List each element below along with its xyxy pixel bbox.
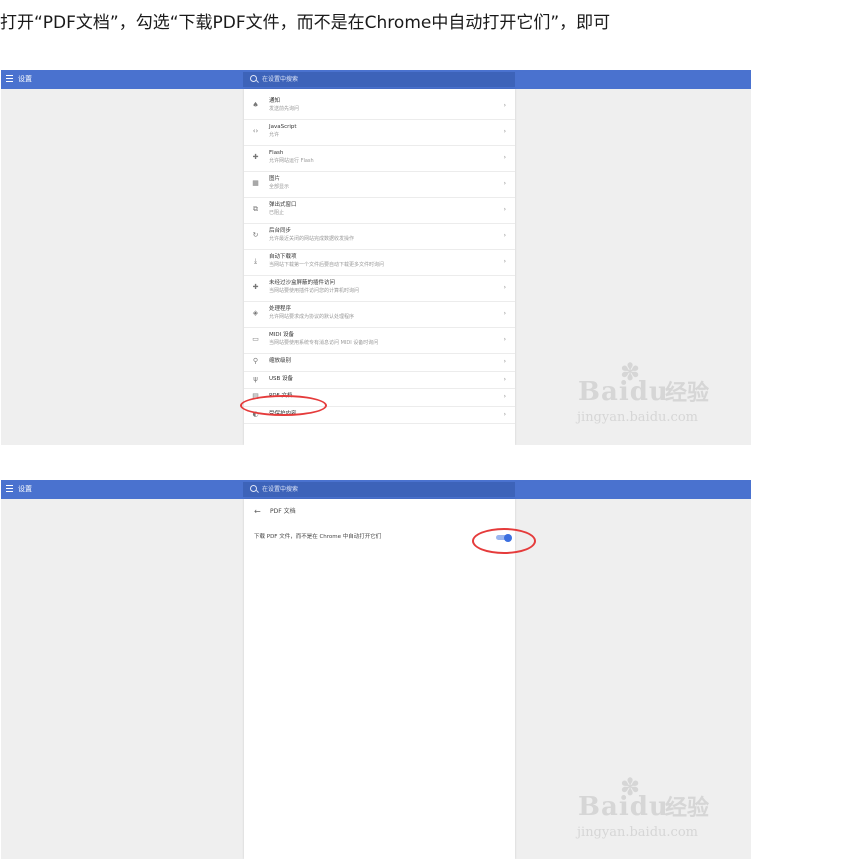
content-setting-subtitle: 允许网站要求成为协议的默认处理程序 [269,314,355,320]
image-icon: ▦ [252,179,259,187]
content-setting-subtitle: 允许 [269,132,280,138]
content-setting-row[interactable]: ◈ 处理程序允许网站要求成为协议的默认处理程序 › [244,301,515,328]
page-title: PDF 文档 [270,508,296,515]
chevron-right-icon: › [503,358,506,365]
toggle-highlight-circle [472,528,536,554]
watermark-brand: Baidu [578,792,669,822]
watermark-url: jingyan.baidu.com [577,825,698,840]
content-setting-title: 处理程序 [269,306,292,312]
menu-icon[interactable] [6,485,13,493]
watermark-product: 经验 [665,380,710,406]
search-input[interactable]: 在设置中搜索 [243,72,515,87]
search-icon [250,485,257,492]
chevron-right-icon: › [503,284,506,291]
content-setting-row[interactable]: ✚ Flash 允许网站运行 Flash › [244,145,515,172]
chevron-right-icon: › [503,310,506,317]
chevron-right-icon: › [503,206,506,213]
menu-icon[interactable] [6,75,13,83]
content-setting-title: 弹出式窗口 [269,202,297,208]
settings-title: 设置 [18,75,32,83]
puzzle-icon: ✚ [252,153,259,161]
search-placeholder: 在设置中搜索 [262,486,299,493]
chevron-right-icon: › [503,232,506,239]
content-setting-title: MIDI 设备 [269,332,294,338]
content-setting-title: JavaScript [269,124,297,130]
content-setting-row[interactable]: ✚ 未经过沙盒屏蔽的插件访问当网站要使用插件访问您的计算机时询问 › [244,275,515,302]
chevron-right-icon: › [503,154,506,161]
chevron-right-icon: › [503,410,506,418]
content-setting-row[interactable]: ⤓ 自动下载项当网站下载第一个文件后要自动下载更多文件时询问 › [244,249,515,276]
pdf-settings-panel: ← PDF 文档 下载 PDF 文件，而不是在 Chrome 中自动打开它们 [244,499,515,859]
chevron-right-icon: › [503,102,506,109]
content-setting-title: 自动下载项 [269,254,297,260]
content-setting-title: 缩放级别 [269,358,292,364]
content-setting-subtitle: 发送前先询问 [269,106,300,112]
content-setting-subtitle: 允许最近关闭的网站完成数据收发操作 [269,236,355,242]
content-setting-row[interactable]: ▭ MIDI 设备当网站要使用系统专有消息访问 MIDI 设备时询问 › [244,327,515,354]
chevron-right-icon: › [503,393,506,400]
content-setting-title: 后台同步 [269,228,292,234]
sync-icon: ↻ [252,231,259,239]
settings-screenshot-2: 设置 在设置中搜索 ← PDF 文档 下载 PDF 文件，而不是在 Chrome… [1,480,751,859]
popup-icon: ⧉ [253,205,258,213]
content-setting-subtitle: 允许网站运行 Flash [269,158,314,164]
handler-icon: ◈ [252,309,259,317]
content-settings-panel: ♠ 通知发送前先询问 › ‹› JavaScript 允许 › ✚ Flash 允许网站运行 Fl… [244,89,515,445]
top-bar: 设置 在设置中搜索 [1,480,751,499]
content-setting-subtitle: 当网站下载第一个文件后要自动下载更多文件时询问 [269,262,385,268]
search-input[interactable]: 在设置中搜索 [243,482,515,497]
content-setting-title: USB 设备 [269,375,294,382]
content-setting-subtitle: 已阻止 [269,210,285,216]
pdf-highlight-circle [240,395,327,416]
usb-icon: ψ [253,374,258,383]
download-pdf-label: 下载 PDF 文件，而不是在 Chrome 中自动打开它们 [254,534,382,540]
back-arrow-icon[interactable]: ← [254,507,261,516]
midi-icon: ▭ [252,335,259,343]
watermark-url: jingyan.baidu.com [577,410,698,425]
chevron-right-icon: › [503,336,506,343]
bell-icon: ♠ [252,101,259,109]
content-setting-title: 通知 [269,98,281,104]
content-setting-row[interactable]: ↻ 后台同步允许最近关闭的网站完成数据收发操作 › [244,223,515,250]
code-icon: ‹› [252,127,259,135]
content-setting-subtitle: 全部显示 [269,184,290,190]
search-icon [250,75,257,82]
chevron-right-icon: › [503,128,506,135]
watermark-brand: Baidu [578,377,669,407]
chevron-right-icon: › [503,375,506,383]
zoom-icon: ⚲ [252,357,259,365]
search-placeholder: 在设置中搜索 [262,76,299,83]
content-setting-row[interactable]: ‹› JavaScript 允许 › [244,119,515,146]
settings-screenshot-1: 设置 在设置中搜索 ♠ 通知发送前先询问 › ‹› JavaScript 允许 › ✚ Flas… [1,70,751,445]
instruction-text: 打开“PDF文档”，勾选“下载PDF文件，而不是在Chrome中自动打开它们”，… [0,13,611,33]
content-setting-row[interactable]: ▦ 图片全部显示 › [244,171,515,198]
plugin-icon: ✚ [252,283,259,291]
content-setting-title: 未经过沙盒屏蔽的插件访问 [269,280,336,286]
content-setting-row[interactable]: ⚲ 缩放级别 › [244,353,515,372]
chevron-right-icon: › [503,180,506,187]
chevron-right-icon: › [503,258,506,265]
content-setting-row[interactable]: ψ USB 设备 › [244,371,515,389]
content-setting-title: Flash [269,150,284,156]
download-icon: ⤓ [253,257,258,265]
watermark-product: 经验 [665,795,710,821]
content-setting-subtitle: 当网站要使用系统专有消息访问 MIDI 设备时询问 [269,340,379,346]
top-bar: 设置 在设置中搜索 [1,70,751,89]
settings-title: 设置 [18,485,32,493]
content-setting-subtitle: 当网站要使用插件访问您的计算机时询问 [269,288,360,294]
content-setting-title: 图片 [269,176,281,182]
content-setting-row[interactable]: ⧉ 弹出式窗口已阻止 › [244,197,515,224]
content-setting-row[interactable]: ♠ 通知发送前先询问 › [244,93,515,120]
